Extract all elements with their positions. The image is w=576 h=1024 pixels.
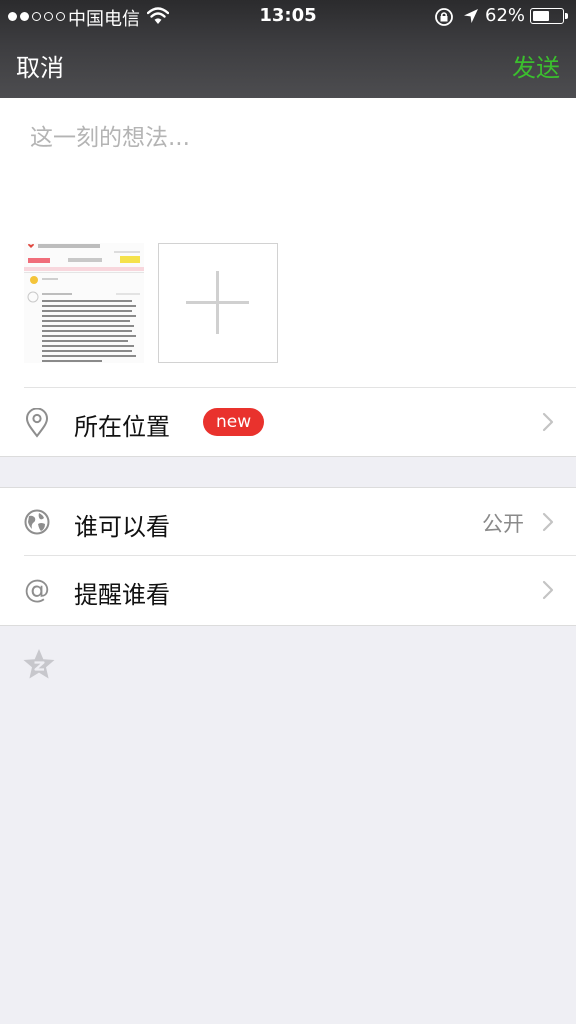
- cancel-button[interactable]: 取消: [16, 48, 64, 83]
- new-badge: new: [203, 408, 265, 436]
- visibility-value: 公开: [482, 512, 524, 536]
- top-bar: 中国电信 13:05 62% 取消 发送: [0, 0, 576, 98]
- compose-card: 所在位置 new: [0, 98, 576, 457]
- location-label: 所在位置: [74, 413, 170, 441]
- svg-text:@: @: [24, 576, 50, 604]
- battery-percent: 62%: [485, 5, 526, 26]
- status-bar: 中国电信 13:05 62%: [0, 0, 576, 34]
- rotation-lock-icon: [435, 8, 453, 26]
- chevron-right-icon: [542, 412, 554, 432]
- thought-input[interactable]: [30, 118, 550, 228]
- plus-icon: [186, 271, 249, 334]
- location-row[interactable]: 所在位置 new: [0, 388, 576, 456]
- battery-nub: [565, 13, 568, 19]
- qzone-star-icon[interactable]: [22, 648, 56, 680]
- visibility-label: 谁可以看: [74, 513, 170, 541]
- location-pin-icon: [25, 408, 49, 438]
- chevron-right-icon: [542, 580, 554, 600]
- location-services-icon: [464, 9, 478, 23]
- thumbnail-image: [24, 243, 144, 363]
- globe-icon: [24, 509, 50, 535]
- chevron-right-icon: [542, 512, 554, 532]
- at-sign-icon: @: [24, 576, 50, 604]
- add-photo-button[interactable]: [158, 243, 278, 363]
- visibility-row[interactable]: 谁可以看 公开: [0, 488, 576, 556]
- mention-row[interactable]: @ 提醒谁看: [0, 556, 576, 624]
- attached-photo-thumbnail[interactable]: [24, 243, 144, 363]
- battery-icon: [530, 8, 568, 24]
- settings-group: 谁可以看 公开 @ 提醒谁看: [0, 487, 576, 626]
- send-button[interactable]: 发送: [512, 48, 560, 83]
- battery-fill: [533, 11, 550, 21]
- mention-label: 提醒谁看: [74, 581, 170, 609]
